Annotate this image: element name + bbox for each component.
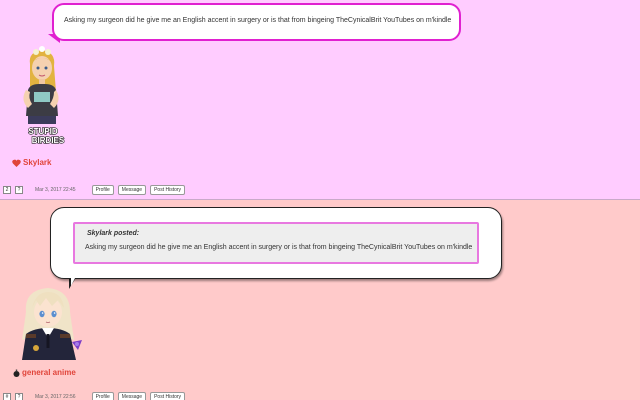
post-1: Asking my surgeon did he give me an Engl…: [0, 0, 640, 200]
avatar-caption-line1: STUPID: [28, 127, 58, 136]
help-button[interactable]: ?: [15, 186, 23, 194]
profile-button[interactable]: Profile: [91, 392, 114, 400]
quote-block: Skylark posted: Asking my surgeon did he…: [73, 222, 479, 264]
post-history-button[interactable]: Post History: [150, 392, 186, 400]
username[interactable]: general anime: [13, 368, 76, 377]
avatar-caption-line2: BIRDIES: [32, 136, 65, 145]
post-date: Mar 3, 2017 22:56: [35, 394, 76, 400]
post-footer: 2 ? Mar 3, 2017 22:45 Profile Message Po…: [3, 185, 186, 195]
heart-icon: [12, 159, 21, 167]
username-text: Skylark: [23, 158, 52, 167]
username[interactable]: Skylark: [12, 158, 51, 167]
message-button[interactable]: Message: [117, 185, 147, 195]
post-2: Skylark posted: Asking my surgeon did he…: [0, 200, 640, 400]
report-button[interactable]: #: [3, 393, 11, 400]
quote-header: Skylark posted:: [87, 230, 140, 237]
username-text: general anime: [22, 368, 76, 377]
post-message: Asking my surgeon did he give me an Engl…: [64, 17, 452, 24]
post-history-button[interactable]: Post History: [150, 185, 186, 195]
report-button[interactable]: 2: [3, 186, 11, 194]
help-button[interactable]: ?: [15, 393, 23, 400]
profile-button[interactable]: Profile: [91, 185, 114, 195]
post-footer: # ? Mar 3, 2017 22:56 Profile Message Po…: [3, 392, 186, 400]
bomb-icon: [13, 369, 20, 377]
quote-text: Asking my surgeon did he give me an Engl…: [85, 244, 473, 251]
speech-bubble: Skylark posted: Asking my surgeon did he…: [50, 207, 502, 279]
avatar: [22, 288, 82, 360]
message-button[interactable]: Message: [117, 392, 147, 400]
avatar: STUPID BIRDIES: [23, 46, 65, 146]
speech-bubble: Asking my surgeon did he give me an Engl…: [52, 3, 461, 41]
post-date: Mar 3, 2017 22:45: [35, 187, 76, 193]
